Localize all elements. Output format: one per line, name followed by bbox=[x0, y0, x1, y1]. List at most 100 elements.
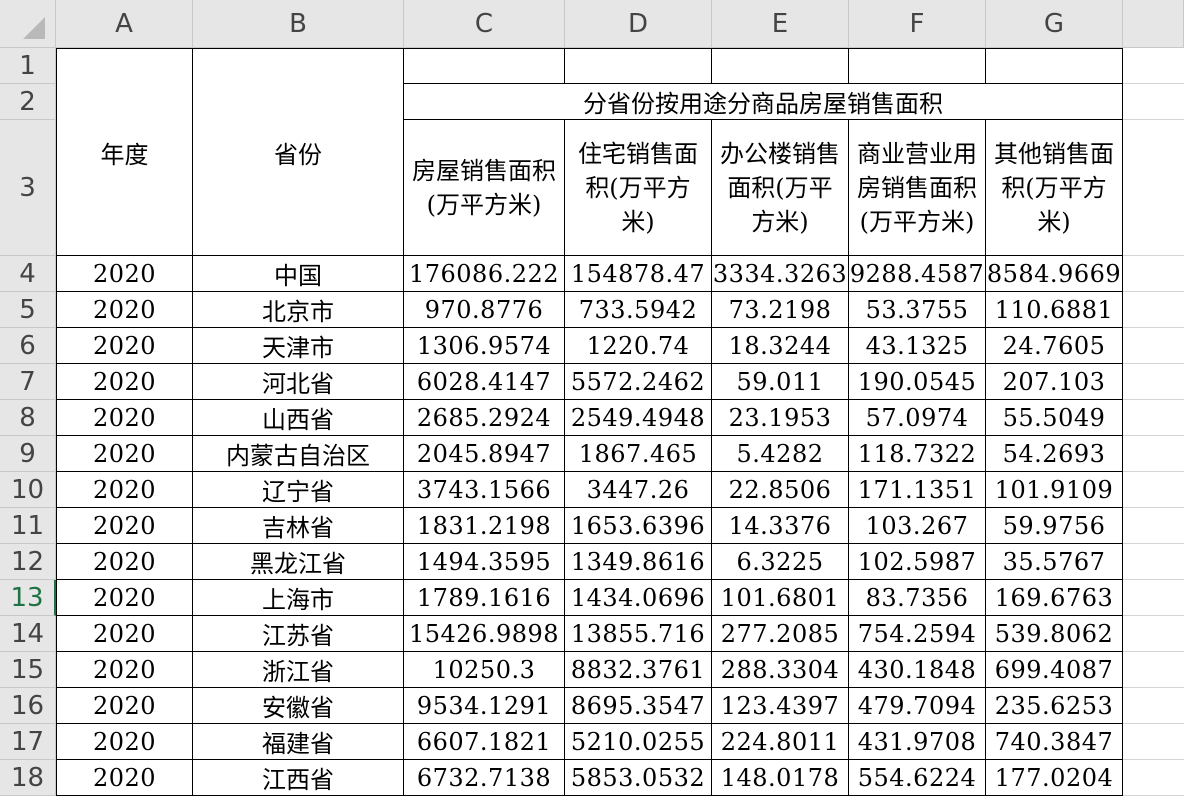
column-header-c[interactable]: C bbox=[404, 0, 565, 48]
row-header-8[interactable]: 8 bbox=[0, 400, 56, 436]
cell-other-area[interactable]: 110.6881 bbox=[986, 292, 1123, 328]
cell-other-area[interactable]: 8584.9669 bbox=[986, 256, 1123, 292]
cell-commercial-area[interactable]: 171.1351 bbox=[849, 472, 986, 508]
cell-office-area[interactable]: 148.0178 bbox=[712, 760, 849, 796]
cell-province[interactable]: 江西省 bbox=[193, 760, 404, 796]
cell-office-area[interactable]: 18.3244 bbox=[712, 328, 849, 364]
cell-office-area[interactable]: 5.4282 bbox=[712, 436, 849, 472]
header-office-area[interactable]: 办公楼销售面积(万平方米) bbox=[712, 120, 849, 256]
cell-total-area[interactable]: 970.8776 bbox=[404, 292, 565, 328]
row-header-2[interactable]: 2 bbox=[0, 84, 56, 120]
cell-office-area[interactable]: 101.6801 bbox=[712, 580, 849, 616]
cell-province[interactable]: 上海市 bbox=[193, 580, 404, 616]
cell-commercial-area[interactable]: 57.0974 bbox=[849, 400, 986, 436]
header-province[interactable]: 省份 bbox=[193, 48, 404, 256]
cell-residential-area[interactable]: 8695.3547 bbox=[565, 688, 712, 724]
cell-commercial-area[interactable]: 190.0545 bbox=[849, 364, 986, 400]
cell-total-area[interactable]: 6607.1821 bbox=[404, 724, 565, 760]
empty-cell-row1[interactable] bbox=[849, 48, 986, 84]
row-header-17[interactable]: 17 bbox=[0, 724, 56, 760]
cell-other-area[interactable]: 177.0204 bbox=[986, 760, 1123, 796]
cell-year[interactable]: 2020 bbox=[56, 472, 193, 508]
cell-year[interactable]: 2020 bbox=[56, 724, 193, 760]
cell-year[interactable]: 2020 bbox=[56, 328, 193, 364]
cell-residential-area[interactable]: 2549.4948 bbox=[565, 400, 712, 436]
cell-residential-area[interactable]: 733.5942 bbox=[565, 292, 712, 328]
cell-province[interactable]: 江苏省 bbox=[193, 616, 404, 652]
cell-year[interactable]: 2020 bbox=[56, 292, 193, 328]
cell-year[interactable]: 2020 bbox=[56, 688, 193, 724]
cell-residential-area[interactable]: 154878.47 bbox=[565, 256, 712, 292]
cell-commercial-area[interactable]: 9288.4587 bbox=[849, 256, 986, 292]
row-header-16[interactable]: 16 bbox=[0, 688, 56, 724]
cell-office-area[interactable]: 3334.3263 bbox=[712, 256, 849, 292]
cell-residential-area[interactable]: 1220.74 bbox=[565, 328, 712, 364]
column-header-d[interactable]: D bbox=[565, 0, 712, 48]
cell-other-area[interactable]: 24.7605 bbox=[986, 328, 1123, 364]
empty-cell-row1[interactable] bbox=[565, 48, 712, 84]
cell-total-area[interactable]: 2685.2924 bbox=[404, 400, 565, 436]
row-header-7[interactable]: 7 bbox=[0, 364, 56, 400]
cell-office-area[interactable]: 73.2198 bbox=[712, 292, 849, 328]
column-header-f[interactable]: F bbox=[849, 0, 986, 48]
row-header-4[interactable]: 4 bbox=[0, 256, 56, 292]
row-header-14[interactable]: 14 bbox=[0, 616, 56, 652]
cell-commercial-area[interactable]: 554.6224 bbox=[849, 760, 986, 796]
cell-residential-area[interactable]: 8832.3761 bbox=[565, 652, 712, 688]
cell-province[interactable]: 河北省 bbox=[193, 364, 404, 400]
cell-office-area[interactable]: 14.3376 bbox=[712, 508, 849, 544]
select-all-corner[interactable] bbox=[0, 0, 56, 48]
cell-commercial-area[interactable]: 431.9708 bbox=[849, 724, 986, 760]
cell-year[interactable]: 2020 bbox=[56, 364, 193, 400]
cell-residential-area[interactable]: 5572.2462 bbox=[565, 364, 712, 400]
cell-province[interactable]: 福建省 bbox=[193, 724, 404, 760]
cell-other-area[interactable]: 54.2693 bbox=[986, 436, 1123, 472]
cell-province[interactable]: 吉林省 bbox=[193, 508, 404, 544]
cell-year[interactable]: 2020 bbox=[56, 544, 193, 580]
cell-total-area[interactable]: 6028.4147 bbox=[404, 364, 565, 400]
cell-office-area[interactable]: 123.4397 bbox=[712, 688, 849, 724]
empty-cell-row1[interactable] bbox=[404, 48, 565, 84]
cell-total-area[interactable]: 1831.2198 bbox=[404, 508, 565, 544]
cell-other-area[interactable]: 35.5767 bbox=[986, 544, 1123, 580]
cell-commercial-area[interactable]: 53.3755 bbox=[849, 292, 986, 328]
header-residential-area[interactable]: 住宅销售面积(万平方米) bbox=[565, 120, 712, 256]
cell-office-area[interactable]: 288.3304 bbox=[712, 652, 849, 688]
row-header-5[interactable]: 5 bbox=[0, 292, 56, 328]
cell-commercial-area[interactable]: 479.7094 bbox=[849, 688, 986, 724]
row-header-9[interactable]: 9 bbox=[0, 436, 56, 472]
cell-residential-area[interactable]: 1434.0696 bbox=[565, 580, 712, 616]
cell-commercial-area[interactable]: 754.2594 bbox=[849, 616, 986, 652]
cell-total-area[interactable]: 6732.7138 bbox=[404, 760, 565, 796]
row-header-12[interactable]: 12 bbox=[0, 544, 56, 580]
cell-residential-area[interactable]: 3447.26 bbox=[565, 472, 712, 508]
cell-other-area[interactable]: 740.3847 bbox=[986, 724, 1123, 760]
cell-total-area[interactable]: 10250.3 bbox=[404, 652, 565, 688]
cell-commercial-area[interactable]: 103.267 bbox=[849, 508, 986, 544]
cell-other-area[interactable]: 539.8062 bbox=[986, 616, 1123, 652]
header-group-title[interactable]: 分省份按用途分商品房屋销售面积 bbox=[404, 84, 1123, 120]
column-header-h[interactable] bbox=[1123, 0, 1184, 48]
cell-year[interactable]: 2020 bbox=[56, 400, 193, 436]
cell-commercial-area[interactable]: 118.7322 bbox=[849, 436, 986, 472]
cell-province[interactable]: 天津市 bbox=[193, 328, 404, 364]
cell-residential-area[interactable]: 5210.0255 bbox=[565, 724, 712, 760]
cell-other-area[interactable]: 699.4087 bbox=[986, 652, 1123, 688]
cell-year[interactable]: 2020 bbox=[56, 580, 193, 616]
cell-residential-area[interactable]: 1653.6396 bbox=[565, 508, 712, 544]
cell-other-area[interactable]: 59.9756 bbox=[986, 508, 1123, 544]
cell-office-area[interactable]: 59.011 bbox=[712, 364, 849, 400]
cell-province[interactable]: 山西省 bbox=[193, 400, 404, 436]
cell-province[interactable]: 内蒙古自治区 bbox=[193, 436, 404, 472]
cell-other-area[interactable]: 169.6763 bbox=[986, 580, 1123, 616]
cell-office-area[interactable]: 22.8506 bbox=[712, 472, 849, 508]
cell-year[interactable]: 2020 bbox=[56, 508, 193, 544]
cell-total-area[interactable]: 9534.1291 bbox=[404, 688, 565, 724]
cell-residential-area[interactable]: 5853.0532 bbox=[565, 760, 712, 796]
cell-province[interactable]: 中国 bbox=[193, 256, 404, 292]
row-header-6[interactable]: 6 bbox=[0, 328, 56, 364]
cell-commercial-area[interactable]: 102.5987 bbox=[849, 544, 986, 580]
cell-province[interactable]: 黑龙江省 bbox=[193, 544, 404, 580]
cell-province[interactable]: 辽宁省 bbox=[193, 472, 404, 508]
cell-office-area[interactable]: 6.3225 bbox=[712, 544, 849, 580]
